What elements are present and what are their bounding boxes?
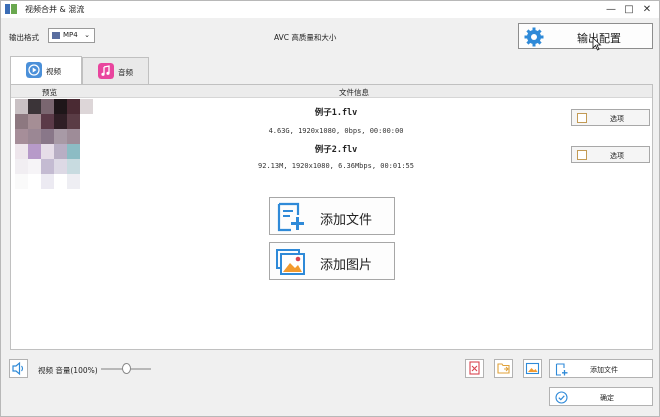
image-button[interactable] (523, 359, 542, 378)
output-format-label: 输出格式 (9, 33, 39, 42)
image-icon (525, 362, 540, 375)
volume-label: 视频 音量(100%) (38, 366, 98, 375)
ok-button[interactable]: 确定 (549, 387, 653, 406)
mouse-cursor-icon (592, 37, 602, 51)
file-options-button[interactable]: 选项 (571, 146, 650, 163)
settings-doc-icon (577, 113, 587, 123)
file-meta: 92.13M, 1920x1080, 6.36Mbps, 00:01:55 (258, 162, 414, 170)
file-meta: 4.63G, 1920x1080, 0bps, 00:00:00 (268, 127, 404, 135)
title-bar: 视频合并 & 混流 — □ ✕ (1, 1, 659, 18)
options-label: 选项 (610, 152, 624, 160)
music-note-icon (98, 63, 114, 79)
add-file-button[interactable]: 添加文件 (549, 359, 653, 378)
volume-slider-knob[interactable] (122, 363, 131, 374)
format-value: MP4 (63, 31, 78, 39)
add-image-icon (276, 249, 305, 275)
video-file-icon (52, 32, 60, 39)
settings-doc-icon (577, 150, 587, 160)
add-file-icon (277, 202, 304, 232)
delete-file-icon (469, 361, 480, 375)
delete-file-button[interactable] (465, 359, 484, 378)
maximize-button[interactable]: □ (621, 1, 637, 18)
add-file-icon (555, 363, 568, 376)
window-title: 视频合并 & 混流 (25, 5, 85, 14)
file-name: 例子2.flv (314, 145, 358, 155)
ok-label: 确定 (600, 394, 614, 402)
app-logo-icon (5, 4, 17, 14)
output-config-button[interactable]: 输出配置 (518, 23, 653, 49)
video-thumbnail (15, 99, 93, 189)
add-file-big-button[interactable]: 添加文件 (269, 197, 395, 235)
file-name: 例子1.flv (314, 108, 358, 118)
list-header: 预览 文件信息 (11, 85, 652, 98)
video-play-icon (26, 62, 42, 78)
tab-video-label: 视频 (46, 67, 61, 76)
output-format-select[interactable]: MP4 ⌄ (48, 28, 95, 43)
tab-video[interactable]: 视频 (10, 56, 82, 85)
tab-audio-label: 音频 (118, 68, 133, 77)
minimize-button[interactable]: — (603, 1, 619, 18)
folder-icon (497, 363, 510, 374)
quality-summary: AVC 高质量和大小 (274, 33, 337, 42)
file-options-button[interactable]: 选项 (571, 109, 650, 126)
app-window: 视频合并 & 混流 — □ ✕ 输出格式 MP4 ⌄ AVC 高质量和大小 输出… (0, 0, 660, 417)
gear-icon (524, 27, 544, 47)
add-file-big-label: 添加文件 (320, 213, 373, 228)
column-preview: 预览 (42, 88, 57, 97)
volume-button[interactable] (9, 359, 28, 378)
file-list-panel: 预览 文件信息 例子1.flv 4.63G, 1920x1080, 0bps, … (10, 84, 653, 350)
chevron-down-icon: ⌄ (84, 31, 90, 39)
column-file-info: 文件信息 (339, 88, 369, 97)
add-image-big-button[interactable]: 添加图片 (269, 242, 395, 280)
tab-audio[interactable]: 音频 (82, 57, 149, 84)
speaker-icon (12, 361, 24, 376)
add-file-label: 添加文件 (590, 366, 618, 374)
check-circle-icon (555, 391, 568, 404)
open-folder-button[interactable] (494, 359, 513, 378)
add-image-big-label: 添加图片 (320, 258, 373, 273)
close-button[interactable]: ✕ (639, 1, 655, 18)
options-label: 选项 (610, 115, 624, 123)
